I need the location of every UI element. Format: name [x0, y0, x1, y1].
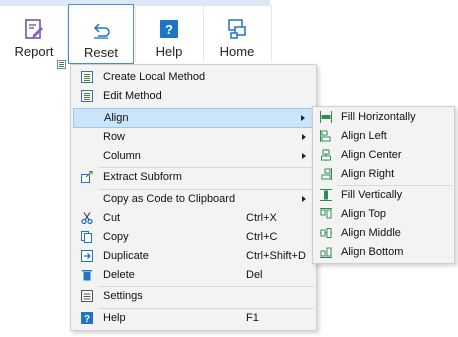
submenu-arrow-icon	[301, 115, 305, 121]
menu-item-label: Create Local Method	[103, 71, 206, 83]
submenu-item-align-right[interactable]: Align Right	[315, 165, 452, 184]
menu-item-help[interactable]: ? Help F1	[73, 309, 314, 328]
submenu-arrow-icon	[302, 153, 306, 159]
fill-vertically-icon	[320, 189, 332, 201]
menu-item-label: Duplicate	[103, 250, 149, 262]
method-icon	[81, 71, 93, 83]
shortcut-text: F1	[246, 312, 259, 324]
shortcut-text: Ctrl+Shift+D	[246, 250, 306, 262]
align-right-icon	[321, 168, 332, 180]
menu-item-label: Column	[103, 150, 141, 162]
menu-item-label: Row	[103, 131, 126, 143]
trash-icon	[82, 270, 92, 281]
reset-button[interactable]: Reset	[68, 4, 134, 64]
report-label: Report	[14, 44, 54, 59]
submenu-item-label: Align Top	[341, 208, 387, 220]
menu-item-row[interactable]: Row	[73, 128, 314, 147]
menu-item-label: Help	[103, 312, 126, 324]
shortcut-text: Ctrl+X	[246, 212, 277, 224]
menu-item-duplicate[interactable]: Duplicate Ctrl+Shift+D	[73, 247, 314, 266]
submenu-item-fill-vertically[interactable]: Fill Vertically	[315, 186, 452, 205]
menu-item-cut[interactable]: Cut Ctrl+X	[73, 209, 314, 228]
submenu-arrow-icon	[302, 196, 306, 202]
menu-item-settings[interactable]: Settings	[73, 287, 314, 306]
submenu-item-align-middle[interactable]: Align Middle	[315, 224, 452, 243]
menu-item-column[interactable]: Column	[73, 147, 314, 166]
align-middle-icon	[320, 228, 332, 238]
menu-item-label: Copy	[103, 231, 129, 243]
help-icon: ?	[160, 20, 178, 38]
shortcut-text: Ctrl+C	[246, 231, 278, 243]
extract-subform-icon	[81, 171, 93, 183]
home-icon	[228, 19, 246, 39]
menu-item-extract-subform[interactable]: Extract Subform	[73, 168, 314, 187]
menu-item-label: Delete	[103, 269, 135, 281]
menu-item-label: Extract Subform	[103, 171, 182, 183]
submenu-item-label: Align Right	[341, 168, 395, 180]
menu-item-label: Edit Method	[103, 90, 162, 102]
settings-icon	[81, 290, 93, 302]
menu-item-copy[interactable]: Copy Ctrl+C	[73, 228, 314, 247]
menu-item-label: Align	[104, 112, 129, 124]
menu-item-delete[interactable]: Delete Del	[73, 266, 314, 285]
menu-item-label: Cut	[103, 212, 121, 224]
duplicate-icon	[81, 250, 93, 262]
submenu-item-align-left[interactable]: Align Left	[315, 127, 452, 146]
help-button[interactable]: ? Help	[136, 4, 202, 64]
menu-item-align[interactable]: Align	[73, 108, 314, 128]
submenu-item-align-bottom[interactable]: Align Bottom	[315, 243, 452, 262]
report-button[interactable]: Report	[2, 4, 66, 64]
submenu-item-label: Align Middle	[341, 227, 401, 239]
align-submenu: Fill Horizontally Align Left Align Cente…	[312, 106, 455, 264]
submenu-item-align-top[interactable]: Align Top	[315, 205, 452, 224]
svg-text:?: ?	[84, 314, 90, 324]
help-label: Help	[155, 44, 183, 59]
submenu-item-label: Fill Vertically	[341, 189, 403, 201]
submenu-item-align-center[interactable]: Align Center	[315, 146, 452, 165]
menu-item-edit-method[interactable]: Edit Method	[73, 87, 314, 106]
menu-item-label: Copy as Code to Clipboard	[103, 193, 236, 205]
home-button[interactable]: Home	[204, 4, 270, 64]
submenu-item-fill-horizontally[interactable]: Fill Horizontally	[315, 108, 452, 127]
align-left-icon	[320, 130, 331, 142]
reset-label: Reset	[84, 45, 118, 60]
submenu-item-label: Align Left	[341, 130, 387, 142]
submenu-item-label: Align Center	[341, 149, 402, 161]
align-center-icon	[321, 149, 331, 161]
scissors-icon	[81, 212, 93, 224]
home-label: Home	[219, 44, 255, 59]
menu-item-create-local-method[interactable]: Create Local Method	[73, 68, 314, 87]
shortcut-text: Del	[246, 269, 263, 281]
menu-item-copy-as-code[interactable]: Copy as Code to Clipboard	[73, 190, 314, 209]
method-icon	[81, 90, 93, 102]
submenu-item-label: Align Bottom	[341, 246, 404, 258]
help-icon: ?	[81, 312, 93, 324]
submenu-item-label: Fill Horizontally	[341, 111, 416, 123]
menu-item-label: Settings	[103, 290, 143, 302]
ribbon-divider	[271, 4, 272, 62]
submenu-arrow-icon	[302, 134, 306, 140]
align-top-icon	[320, 208, 332, 219]
fill-horizontally-icon	[320, 111, 332, 123]
report-icon	[25, 19, 43, 39]
svg-text:?: ?	[165, 22, 173, 37]
context-menu: Create Local Method Edit Method Align Ro…	[70, 64, 317, 331]
reset-icon	[93, 23, 110, 39]
subform-marker-icon	[57, 60, 66, 69]
align-bottom-icon	[320, 247, 332, 258]
copy-icon	[81, 231, 92, 243]
ribbon-toolbar: Report Reset ? Help Home	[0, 0, 458, 69]
